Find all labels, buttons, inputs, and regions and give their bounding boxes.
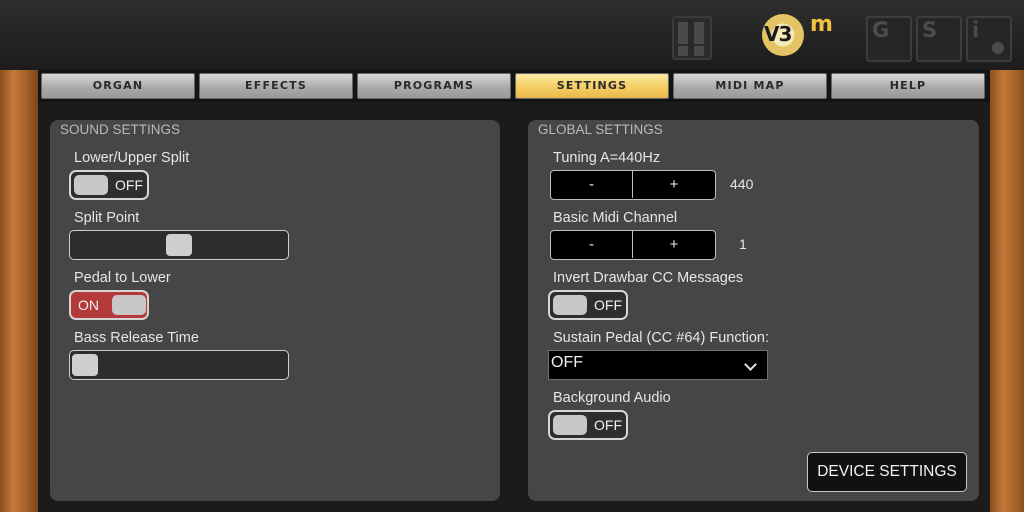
- tuning-minus-button[interactable]: -: [551, 171, 633, 198]
- logo-suffix: m: [810, 12, 833, 37]
- tab-help[interactable]: HELP: [831, 73, 985, 99]
- sustain-pedal-select[interactable]: OFF: [548, 350, 768, 380]
- split-point-label: Split Point: [74, 210, 140, 226]
- tab-programs[interactable]: PROGRAMS: [357, 73, 511, 99]
- invert-drawbar-toggle[interactable]: OFF: [548, 290, 628, 320]
- tab-midi-map[interactable]: MIDI MAP: [673, 73, 827, 99]
- sustain-pedal-label: Sustain Pedal (CC #64) Function:: [553, 330, 769, 346]
- info-button-label: i: [972, 18, 980, 42]
- background-audio-label: Background Audio: [553, 390, 671, 406]
- midi-channel-value: 1: [739, 236, 747, 252]
- toggle-knob: [74, 175, 108, 195]
- panel-title: SOUND SETTINGS: [60, 122, 181, 137]
- pedal-to-lower-toggle[interactable]: ON: [69, 290, 149, 320]
- bass-release-time-label: Bass Release Time: [74, 330, 199, 346]
- gear-icon: [990, 40, 1006, 56]
- toggle-knob: [553, 415, 587, 435]
- tuning-plus-button[interactable]: +: [633, 171, 715, 198]
- g-button[interactable]: G: [866, 16, 912, 62]
- toggle-state: OFF: [115, 177, 143, 193]
- tuning-stepper: - +: [550, 170, 716, 200]
- toggle-knob: [112, 295, 146, 315]
- tab-organ[interactable]: ORGAN: [41, 73, 195, 99]
- slider-thumb[interactable]: [166, 234, 192, 256]
- sound-settings-panel: SOUND SETTINGS Lower/Upper Split OFF Spl…: [50, 120, 500, 501]
- toggle-state: ON: [78, 297, 99, 313]
- main-content: SOUND SETTINGS Lower/Upper Split OFF Spl…: [38, 102, 990, 512]
- invert-drawbar-label: Invert Drawbar CC Messages: [553, 270, 744, 286]
- tab-settings[interactable]: SETTINGS: [515, 73, 669, 99]
- tab-bar: ORGAN EFFECTS PROGRAMS SETTINGS MIDI MAP…: [38, 70, 990, 102]
- midi-channel-label: Basic Midi Channel: [553, 210, 678, 226]
- global-settings-panel: GLOBAL SETTINGS Tuning A=440Hz - + 440 B…: [528, 120, 979, 501]
- toggle-knob: [553, 295, 587, 315]
- tuning-label: Tuning A=440Hz: [553, 150, 661, 166]
- pedal-to-lower-label: Pedal to Lower: [74, 270, 171, 286]
- lower-upper-split-label: Lower/Upper Split: [74, 150, 190, 166]
- slider-thumb[interactable]: [72, 354, 98, 376]
- s-button[interactable]: S: [916, 16, 962, 62]
- tuning-value: 440: [730, 176, 754, 192]
- info-button[interactable]: i: [966, 16, 1012, 62]
- lower-upper-split-toggle[interactable]: OFF: [69, 170, 149, 200]
- wood-panel-left: [0, 70, 38, 512]
- tab-effects[interactable]: EFFECTS: [199, 73, 353, 99]
- panel-title: GLOBAL SETTINGS: [538, 122, 663, 137]
- toggle-state: OFF: [594, 417, 622, 433]
- background-audio-toggle[interactable]: OFF: [548, 410, 628, 440]
- toggle-state: OFF: [594, 297, 622, 313]
- midi-channel-minus-button[interactable]: -: [551, 231, 633, 258]
- midi-channel-stepper: - +: [550, 230, 716, 260]
- bass-release-time-slider[interactable]: [69, 350, 289, 380]
- keyboard-icon[interactable]: [672, 16, 712, 60]
- midi-channel-plus-button[interactable]: +: [633, 231, 715, 258]
- top-bar: V3 m G S i: [0, 0, 1024, 70]
- chevron-down-icon: [744, 358, 757, 371]
- split-point-slider[interactable]: [69, 230, 289, 260]
- app-logo: V3 m: [758, 10, 836, 58]
- device-settings-button[interactable]: DEVICE SETTINGS: [807, 452, 967, 492]
- wood-panel-right: [990, 70, 1024, 512]
- sustain-pedal-selected: OFF: [551, 354, 583, 371]
- logo-text: V3: [764, 22, 792, 46]
